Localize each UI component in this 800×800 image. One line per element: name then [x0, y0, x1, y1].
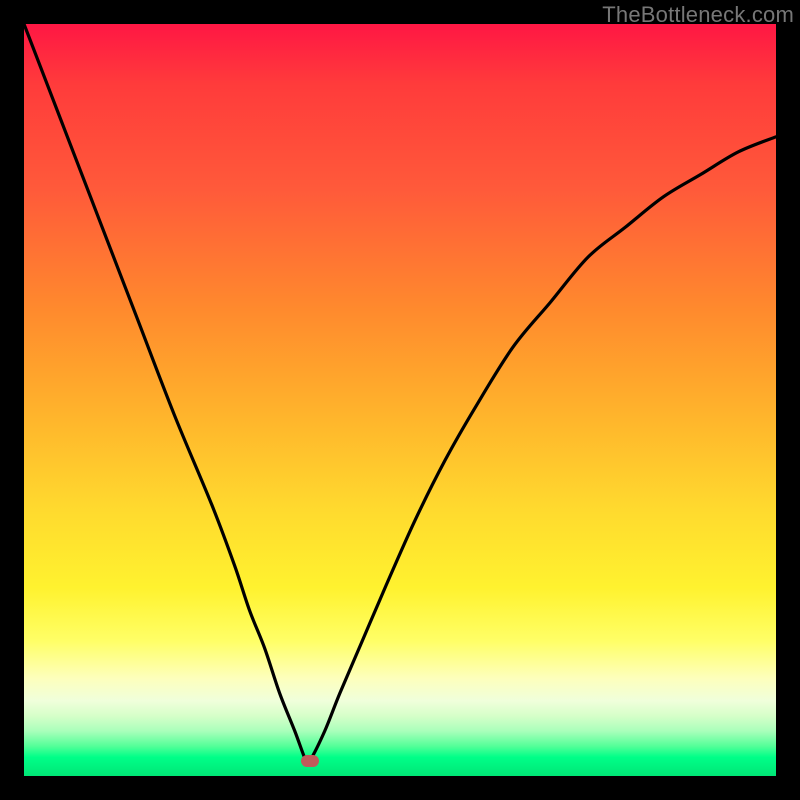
chart-frame: [24, 24, 776, 776]
curve-layer: [24, 24, 776, 776]
plot-area: [24, 24, 776, 776]
watermark-text: TheBottleneck.com: [602, 2, 794, 28]
optimal-point-marker: [301, 755, 319, 767]
bottleneck-curve: [24, 24, 776, 765]
